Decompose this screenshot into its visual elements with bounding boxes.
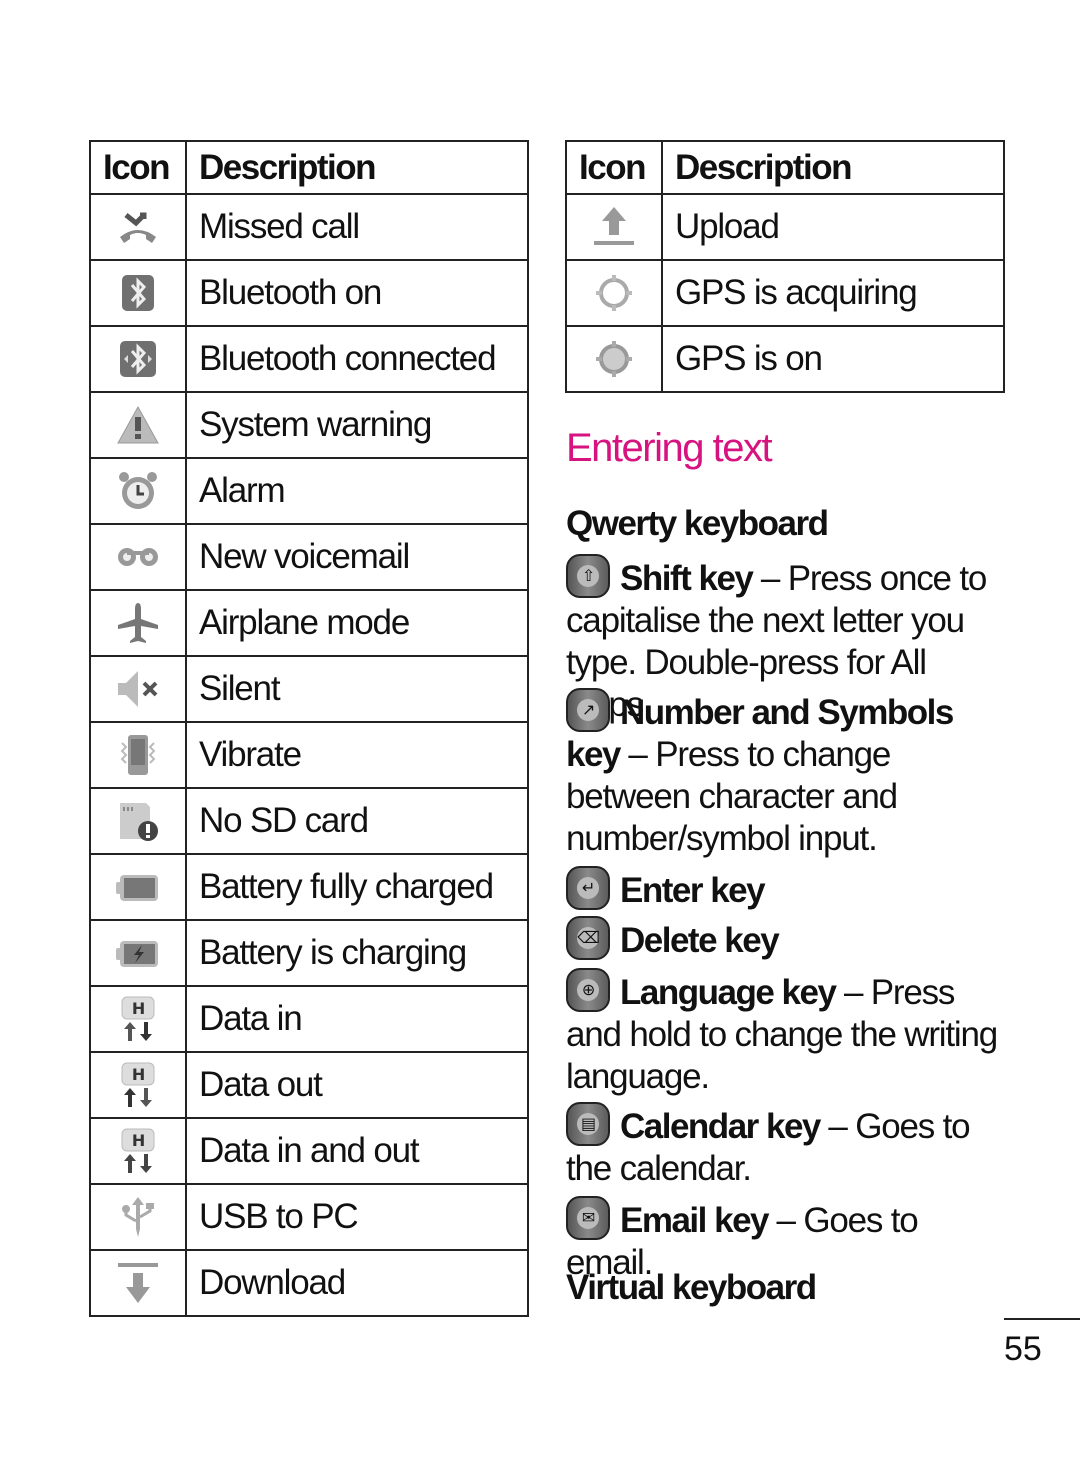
system-warning-icon — [114, 401, 162, 449]
description-cell: Data in and out — [185, 1117, 529, 1185]
table-row: No SD card — [89, 787, 529, 855]
table-row: Vibrate — [89, 721, 529, 789]
description-cell: Vibrate — [185, 721, 529, 789]
battery-charging-icon — [114, 929, 162, 977]
delete-key-icon: ⌫ — [566, 916, 610, 960]
language-key-icon: ⊕ — [566, 968, 610, 1012]
key-name: Language key — [620, 973, 837, 1012]
description-cell: Download — [185, 1249, 529, 1317]
calendar-key-description: ▤ Calendar key – Goes to the calendar. — [566, 1102, 1006, 1190]
table-row: Bluetooth connected — [89, 325, 529, 393]
bluetooth-on-icon — [114, 269, 162, 317]
description-cell: Battery fully charged — [185, 853, 529, 921]
enter-key-icon: ↵ — [566, 866, 610, 910]
svg-text:H: H — [132, 999, 144, 1018]
table-row: Silent — [89, 655, 529, 723]
description-cell: New voicemail — [185, 523, 529, 591]
table-row: Missed call — [89, 193, 529, 261]
language-key-description: ⊕ Language key – Press and hold to change… — [566, 968, 1006, 1098]
shift-key-icon: ⇧ — [566, 554, 610, 598]
description-cell: Upload — [661, 193, 1005, 261]
gps-acquiring-icon — [590, 269, 638, 317]
table-row: New voicemail — [89, 523, 529, 591]
no-sd-card-icon — [114, 797, 162, 845]
usb-icon — [114, 1193, 162, 1241]
status-icons-table-right: Icon Description Upload GPS is acquiring… — [565, 140, 1005, 393]
description-cell: Missed call — [185, 193, 529, 261]
number-symbols-key-icon: ↗ — [566, 688, 610, 732]
table-row: USB to PC — [89, 1183, 529, 1251]
status-icons-table-left: Icon Description Missed call Bluetooth o… — [89, 140, 529, 1317]
table-row: System warning — [89, 391, 529, 459]
page-number: 55 — [1004, 1330, 1042, 1368]
key-name: Calendar key — [620, 1107, 821, 1146]
header-icon: Icon — [89, 140, 187, 195]
table-row: Download — [89, 1249, 529, 1317]
download-icon — [114, 1259, 162, 1307]
table-header-row: Icon Description — [565, 140, 1005, 195]
table-header-row: Icon Description — [89, 140, 529, 195]
table-row: Battery is charging — [89, 919, 529, 987]
table-row: Upload — [565, 193, 1005, 261]
voicemail-icon — [114, 533, 162, 581]
table-row: Alarm — [89, 457, 529, 525]
description-cell: Alarm — [185, 457, 529, 525]
data-in-icon: H — [114, 995, 162, 1043]
description-cell: GPS is on — [661, 325, 1005, 393]
enter-key-description: ↵ Enter key — [566, 866, 1006, 912]
table-row: H Data in and out — [89, 1117, 529, 1185]
missed-call-icon — [114, 203, 162, 251]
header-icon: Icon — [565, 140, 663, 195]
header-description: Description — [185, 140, 529, 195]
description-cell: Silent — [185, 655, 529, 723]
key-name: Email key — [620, 1201, 770, 1240]
vibrate-icon — [114, 731, 162, 779]
virtual-keyboard-heading: Virtual keyboard — [566, 1268, 817, 1307]
description-cell: GPS is acquiring — [661, 259, 1005, 327]
table-row: GPS is acquiring — [565, 259, 1005, 327]
table-row: Airplane mode — [89, 589, 529, 657]
bluetooth-connected-icon — [114, 335, 162, 383]
key-name: Shift key — [620, 559, 754, 598]
description-cell: Airplane mode — [185, 589, 529, 657]
section-title: Entering text — [566, 426, 773, 470]
description-cell: Data out — [185, 1051, 529, 1119]
delete-key-description: ⌫ Delete key — [566, 916, 1006, 962]
battery-full-icon — [114, 863, 162, 911]
airplane-icon — [114, 599, 162, 647]
data-in-out-icon: H — [114, 1127, 162, 1175]
description-cell: Data in — [185, 985, 529, 1053]
email-key-icon: ✉ — [566, 1196, 610, 1240]
gps-on-icon — [590, 335, 638, 383]
calendar-key-icon: ▤ — [566, 1102, 610, 1146]
description-cell: Battery is charging — [185, 919, 529, 987]
table-row: H Data out — [89, 1051, 529, 1119]
table-row: Bluetooth on — [89, 259, 529, 327]
svg-text:H: H — [132, 1131, 144, 1150]
svg-text:H: H — [132, 1065, 144, 1084]
qwerty-keyboard-heading: Qwerty keyboard — [566, 504, 829, 543]
number-symbols-key-description: ↗ Number and Symbols key – Press to chang… — [566, 688, 1006, 860]
silent-icon — [114, 665, 162, 713]
description-cell: USB to PC — [185, 1183, 529, 1251]
description-cell: No SD card — [185, 787, 529, 855]
table-row: GPS is on — [565, 325, 1005, 393]
description-cell: System warning — [185, 391, 529, 459]
table-row: H Data in — [89, 985, 529, 1053]
alarm-icon — [114, 467, 162, 515]
description-cell: Bluetooth on — [185, 259, 529, 327]
data-out-icon: H — [114, 1061, 162, 1109]
key-name: Delete key — [620, 921, 780, 960]
header-description: Description — [661, 140, 1005, 195]
page-number-rule — [1004, 1318, 1080, 1320]
description-cell: Bluetooth connected — [185, 325, 529, 393]
upload-icon — [590, 203, 638, 251]
key-name: Enter key — [620, 871, 766, 910]
table-row: Battery fully charged — [89, 853, 529, 921]
